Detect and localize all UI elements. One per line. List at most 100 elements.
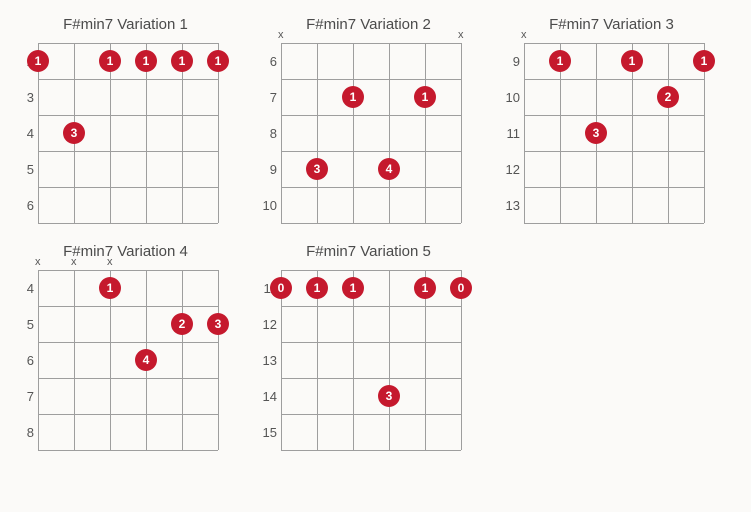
finger-dot: 3 bbox=[378, 385, 400, 407]
mute-mark-icon: x bbox=[71, 256, 77, 268]
chord-diagram: F#min7 Variation 3910111213x13121 bbox=[490, 10, 733, 223]
string-line bbox=[524, 43, 525, 223]
fret-number: 9 bbox=[257, 162, 277, 177]
string-line bbox=[182, 270, 183, 450]
fret-number: 5 bbox=[14, 162, 34, 177]
fret-number: 13 bbox=[257, 353, 277, 368]
fret-line bbox=[38, 270, 218, 271]
fret-line bbox=[281, 79, 461, 80]
fret-number: 13 bbox=[500, 198, 520, 213]
fret-line bbox=[524, 115, 704, 116]
finger-dot: 3 bbox=[63, 122, 85, 144]
string-line bbox=[281, 43, 282, 223]
chord-title: F#min7 Variation 5 bbox=[247, 243, 490, 260]
fret-line bbox=[524, 187, 704, 188]
string-line bbox=[218, 270, 219, 450]
chord-diagram: F#min7 Variation 2678910xx3141 bbox=[247, 10, 490, 223]
string-line bbox=[461, 43, 462, 223]
finger-dot: 1 bbox=[693, 50, 715, 72]
finger-dot: 1 bbox=[207, 50, 229, 72]
fret-number: 5 bbox=[14, 317, 34, 332]
finger-dot: 4 bbox=[135, 349, 157, 371]
fret-line bbox=[38, 187, 218, 188]
fret-number: 8 bbox=[257, 126, 277, 141]
string-line bbox=[389, 270, 390, 450]
finger-dot: 1 bbox=[342, 86, 364, 108]
fret-number: 10 bbox=[500, 90, 520, 105]
finger-dot: 0 bbox=[450, 277, 472, 299]
fret-line bbox=[281, 450, 461, 451]
finger-dot: 1 bbox=[621, 50, 643, 72]
fret-number: 14 bbox=[257, 389, 277, 404]
mute-mark-icon: x bbox=[521, 29, 527, 41]
fret-line bbox=[38, 151, 218, 152]
fret-line bbox=[38, 306, 218, 307]
finger-dot: 2 bbox=[657, 86, 679, 108]
string-line bbox=[668, 43, 669, 223]
fret-line bbox=[38, 450, 218, 451]
finger-dot: 1 bbox=[549, 50, 571, 72]
fret-number: 7 bbox=[14, 389, 34, 404]
mute-mark-icon: x bbox=[35, 256, 41, 268]
finger-dot: 1 bbox=[414, 277, 436, 299]
fretboard: 678910xx3141 bbox=[281, 43, 473, 223]
mute-mark-icon: x bbox=[107, 256, 113, 268]
chord-diagram: F#min7 Variation 51112131415011310 bbox=[247, 237, 490, 450]
fret-line bbox=[281, 342, 461, 343]
fret-number: 4 bbox=[14, 126, 34, 141]
finger-dot: 1 bbox=[99, 277, 121, 299]
fret-number: 8 bbox=[14, 425, 34, 440]
fret-line bbox=[281, 306, 461, 307]
fretboard: 1112131415011310 bbox=[281, 270, 473, 450]
fret-number: 12 bbox=[257, 317, 277, 332]
finger-dot: 1 bbox=[27, 50, 49, 72]
fret-number: 12 bbox=[500, 162, 520, 177]
finger-dot: 0 bbox=[270, 277, 292, 299]
fret-line bbox=[38, 378, 218, 379]
fret-number: 15 bbox=[257, 425, 277, 440]
chord-diagram: F#min7 Variation 445678xxx1423 bbox=[4, 237, 247, 450]
fret-line bbox=[281, 151, 461, 152]
string-line bbox=[74, 270, 75, 450]
fret-line bbox=[281, 270, 461, 271]
chord-title: F#min7 Variation 1 bbox=[4, 16, 247, 33]
mute-mark-icon: x bbox=[458, 29, 464, 41]
finger-dot: 1 bbox=[99, 50, 121, 72]
fret-line bbox=[524, 43, 704, 44]
fret-line bbox=[38, 115, 218, 116]
fret-number: 6 bbox=[14, 353, 34, 368]
finger-dot: 4 bbox=[378, 158, 400, 180]
fret-line bbox=[38, 79, 218, 80]
fretboard: 45678xxx1423 bbox=[38, 270, 230, 450]
fret-number: 11 bbox=[500, 126, 520, 141]
fret-line bbox=[38, 43, 218, 44]
fret-line bbox=[281, 187, 461, 188]
fret-number: 4 bbox=[14, 281, 34, 296]
finger-dot: 3 bbox=[207, 313, 229, 335]
finger-dot: 2 bbox=[171, 313, 193, 335]
fret-line bbox=[524, 151, 704, 152]
fret-line bbox=[281, 414, 461, 415]
finger-dot: 1 bbox=[306, 277, 328, 299]
string-line bbox=[38, 270, 39, 450]
fretboard: 910111213x13121 bbox=[524, 43, 716, 223]
fret-line bbox=[38, 414, 218, 415]
fret-number: 7 bbox=[257, 90, 277, 105]
fret-line bbox=[281, 378, 461, 379]
fret-line bbox=[281, 223, 461, 224]
fret-line bbox=[38, 342, 218, 343]
fret-number: 3 bbox=[14, 90, 34, 105]
fret-line bbox=[281, 43, 461, 44]
finger-dot: 1 bbox=[342, 277, 364, 299]
fret-line bbox=[524, 223, 704, 224]
finger-dot: 1 bbox=[414, 86, 436, 108]
string-line bbox=[317, 43, 318, 223]
fret-number: 10 bbox=[257, 198, 277, 213]
fret-line bbox=[281, 115, 461, 116]
finger-dot: 1 bbox=[171, 50, 193, 72]
finger-dot: 1 bbox=[135, 50, 157, 72]
string-line bbox=[425, 43, 426, 223]
string-line bbox=[389, 43, 390, 223]
finger-dot: 3 bbox=[306, 158, 328, 180]
mute-mark-icon: x bbox=[278, 29, 284, 41]
